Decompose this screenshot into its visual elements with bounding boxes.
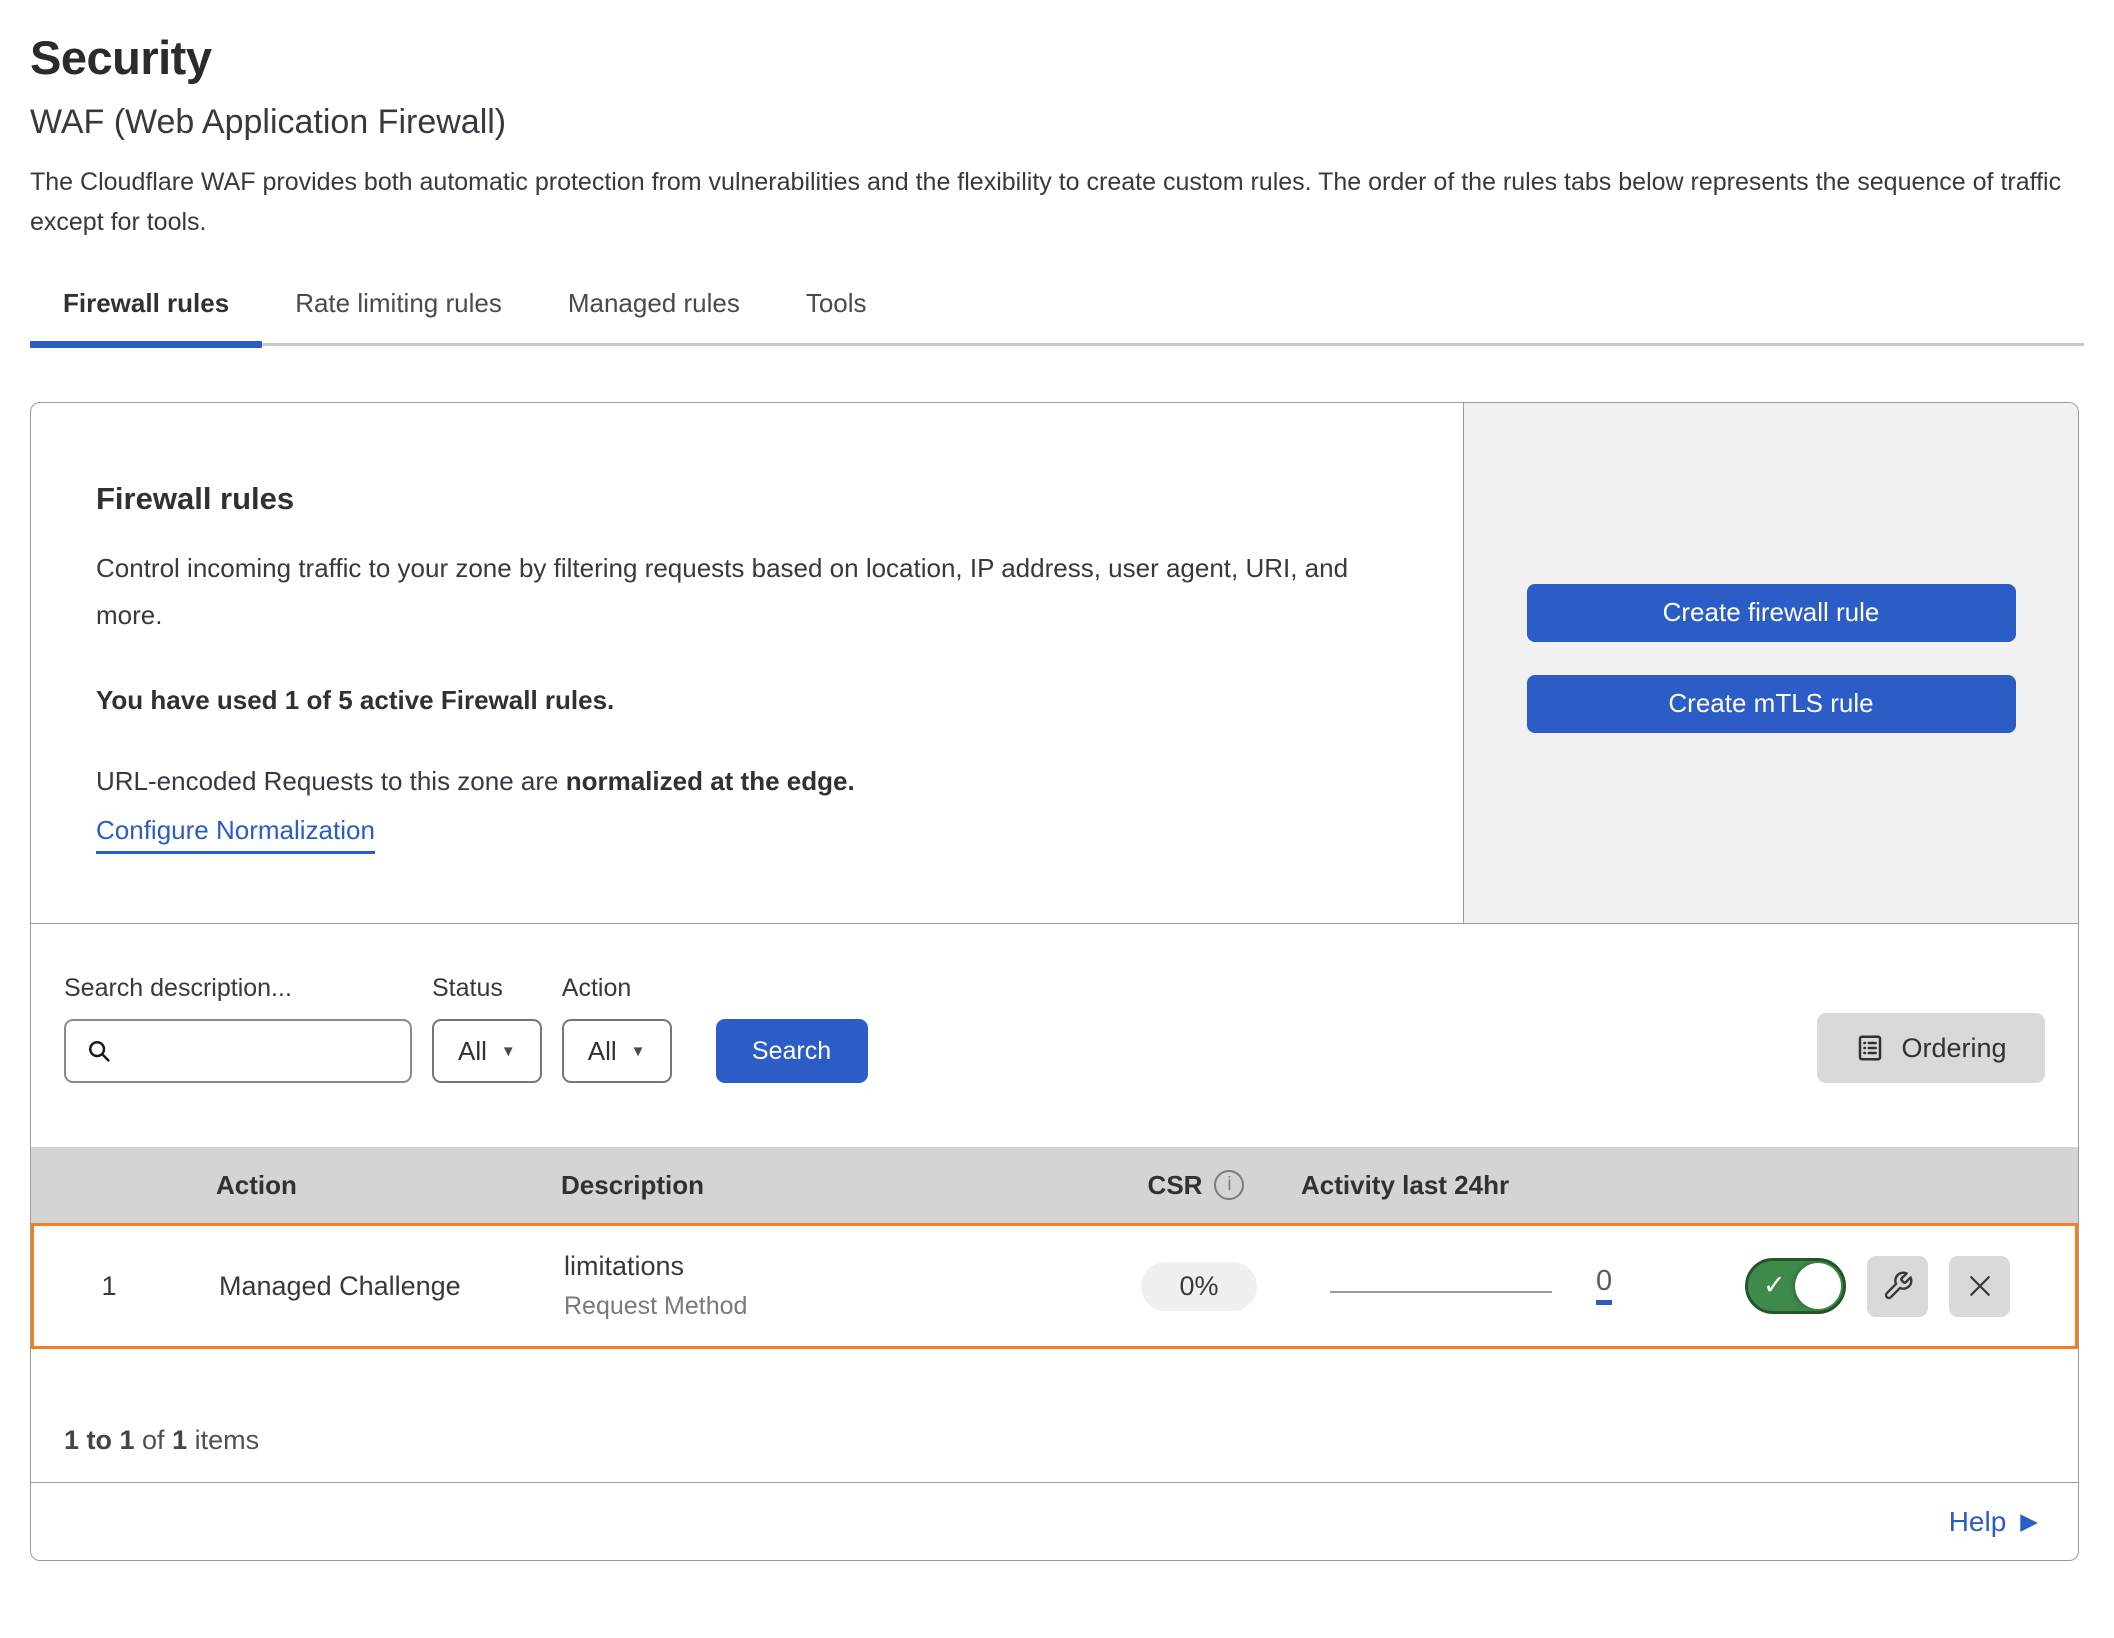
pagination-total: 1 <box>172 1425 187 1455</box>
action-field-label: Action <box>562 974 672 1003</box>
status-dropdown-value: All <box>458 1036 487 1067</box>
status-field-label: Status <box>432 974 542 1003</box>
rules-tab-bar: Firewall rules Rate limiting rules Manag… <box>30 288 2084 346</box>
close-icon <box>1965 1271 1995 1301</box>
waf-security-page: Security WAF (Web Application Firewall) … <box>0 0 2114 1638</box>
csr-info-icon[interactable]: i <box>1214 1170 1244 1200</box>
delete-rule-button[interactable] <box>1949 1256 2010 1317</box>
search-field-group: Search description... <box>64 974 412 1083</box>
table-header-row: Action Description CSR i Activity last 2… <box>31 1147 2078 1223</box>
ordering-list-icon <box>1855 1033 1885 1063</box>
rule-expression-summary: Request Method <box>564 1292 1094 1321</box>
create-firewall-rule-button[interactable]: Create firewall rule <box>1527 584 2016 642</box>
chevron-down-icon: ▼ <box>501 1043 516 1060</box>
check-icon: ✓ <box>1763 1270 1786 1301</box>
header-description: Description <box>531 1170 1091 1201</box>
pagination-summary: 1 to 1 of 1 items <box>31 1349 2078 1482</box>
create-mtls-rule-button[interactable]: Create mTLS rule <box>1527 675 2016 733</box>
tab-managed-rules[interactable]: Managed rules <box>535 288 773 343</box>
rule-activity-cell: 0 <box>1304 1267 1734 1305</box>
filter-fields: Search description... Status <box>64 974 868 1083</box>
ordering-button-label: Ordering <box>1901 1033 2006 1064</box>
card-top-section: Firewall rules Control incoming traffic … <box>31 403 2078 923</box>
csr-badge: 0% <box>1141 1262 1256 1311</box>
header-action: Action <box>181 1170 531 1201</box>
toggle-knob <box>1795 1263 1841 1309</box>
status-dropdown[interactable]: All ▼ <box>432 1019 542 1083</box>
arrow-right-icon: ▶ <box>2020 1510 2038 1533</box>
search-icon <box>84 1036 114 1066</box>
rule-priority: 1 <box>34 1271 184 1302</box>
card-heading: Firewall rules <box>96 481 1403 517</box>
pagination-range: 1 to 1 <box>64 1425 135 1455</box>
wrench-icon <box>1882 1270 1914 1302</box>
page-title: Security <box>30 30 2084 85</box>
search-input[interactable] <box>128 1037 392 1066</box>
action-dropdown-value: All <box>588 1036 617 1067</box>
header-csr: CSR i <box>1091 1170 1301 1201</box>
activity-sparkline <box>1330 1291 1552 1293</box>
chevron-down-icon: ▼ <box>631 1043 646 1060</box>
search-field-label: Search description... <box>64 974 412 1003</box>
action-dropdown[interactable]: All ▼ <box>562 1019 672 1083</box>
header-csr-label: CSR <box>1148 1170 1203 1201</box>
normalization-statement: URL-encoded Requests to this zone are no… <box>96 766 1403 797</box>
help-link-label: Help <box>1949 1506 2007 1538</box>
rule-description-cell: limitations Request Method <box>534 1251 1094 1321</box>
firewall-rules-card: Firewall rules Control incoming traffic … <box>30 402 2079 1561</box>
search-button[interactable]: Search <box>716 1019 868 1083</box>
filter-bar: Search description... Status <box>31 923 2078 1133</box>
tab-firewall-rules[interactable]: Firewall rules <box>30 288 262 343</box>
configure-normalization-link[interactable]: Configure Normalization <box>96 815 375 854</box>
header-activity: Activity last 24hr <box>1301 1170 1731 1201</box>
usage-statement: You have used 1 of 5 active Firewall rul… <box>96 685 1403 716</box>
edit-rule-button[interactable] <box>1867 1256 1928 1317</box>
tab-tools[interactable]: Tools <box>773 288 900 343</box>
card-help-row: Help ▶ <box>31 1482 2078 1560</box>
rule-csr-cell: 0% <box>1094 1262 1304 1311</box>
help-link[interactable]: Help ▶ <box>1949 1506 2038 1538</box>
rule-enabled-toggle[interactable]: ✓ <box>1745 1258 1846 1314</box>
firewall-rules-info: Firewall rules Control incoming traffic … <box>31 403 1463 923</box>
tab-rate-limiting-rules[interactable]: Rate limiting rules <box>262 288 535 343</box>
page-subtitle: WAF (Web Application Firewall) <box>30 103 2084 142</box>
status-field-group: Status All ▼ <box>432 974 542 1083</box>
rule-description: limitations <box>564 1251 1094 1282</box>
card-description: Control incoming traffic to your zone by… <box>96 545 1396 639</box>
rule-controls: ✓ <box>1734 1256 2075 1317</box>
activity-count-link[interactable]: 0 <box>1596 1267 1612 1305</box>
page-description: The Cloudflare WAF provides both automat… <box>30 162 2080 242</box>
firewall-rule-row: 1 Managed Challenge limitations Request … <box>31 1223 2078 1349</box>
create-actions-panel: Create firewall rule Create mTLS rule <box>1463 403 2078 923</box>
ordering-button[interactable]: Ordering <box>1817 1013 2045 1083</box>
normalization-bold-text: normalized at the edge. <box>566 766 855 796</box>
normalization-text: URL-encoded Requests to this zone are <box>96 766 566 796</box>
action-field-group: Action All ▼ <box>562 974 672 1083</box>
rule-action: Managed Challenge <box>184 1271 534 1302</box>
search-input-box <box>64 1019 412 1083</box>
